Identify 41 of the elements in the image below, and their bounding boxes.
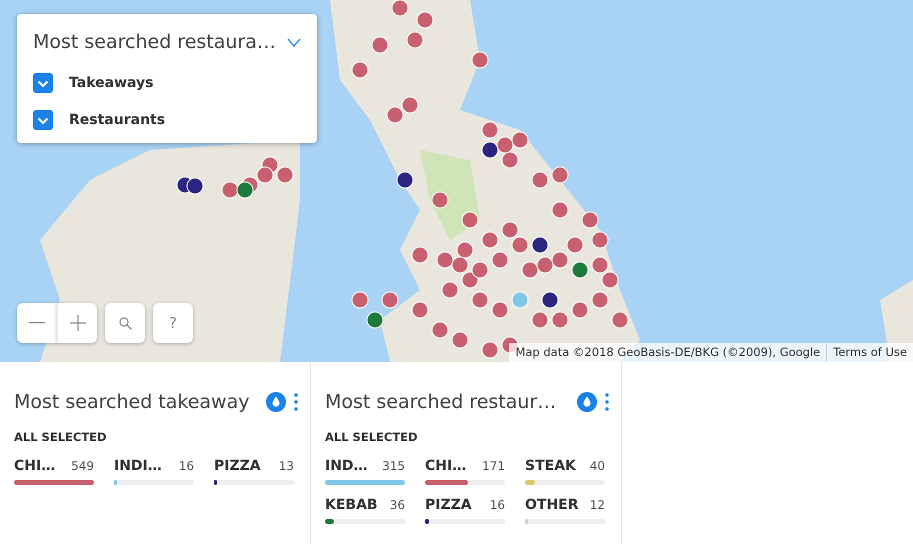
panel-title: Most searched takeaway (14, 390, 250, 415)
search-button[interactable] (105, 303, 145, 343)
category-label: STEAK (525, 456, 576, 476)
filter-title: Most searched restaura… (33, 30, 276, 55)
terms-link[interactable]: Terms of Use (826, 342, 913, 362)
category-label: INDI… (114, 456, 162, 476)
plus-icon (70, 315, 86, 331)
panel-title: Most searched restaur… (325, 390, 556, 415)
more-options-icon[interactable] (294, 393, 298, 412)
search-icon (118, 316, 132, 330)
checkbox-label: Restaurants (69, 110, 166, 130)
checkbox[interactable] (33, 110, 53, 130)
droplet-icon[interactable] (266, 392, 286, 412)
category-count: 40 (590, 458, 605, 475)
category-label: CHI… (14, 456, 56, 476)
checkbox[interactable] (33, 73, 53, 93)
category-count: 16 (490, 496, 505, 514)
minus-icon (29, 322, 45, 324)
panel-subtitle: ALL SELECTED (325, 428, 419, 446)
category-count: 16 (178, 458, 194, 475)
category-label: OTHER (525, 496, 579, 515)
category-count: 549 (71, 458, 94, 475)
checkbox-label: Takeaways (69, 74, 154, 92)
category-count: 13 (278, 458, 294, 475)
category-label: PIZZA (425, 496, 472, 515)
check-icon (37, 78, 49, 88)
more-options-icon[interactable] (605, 393, 609, 412)
chevron-down-icon[interactable] (287, 37, 301, 48)
category-label: CHI… (425, 456, 466, 476)
panel-subtitle: ALL SELECTED (14, 428, 108, 446)
map-attribution: Map data ©2018 GeoBasis-DE/BKG (©2009), Google (514, 344, 822, 361)
category-count: 36 (390, 496, 405, 514)
help-button[interactable]: ? (153, 303, 193, 343)
category-label: PIZZA (214, 456, 261, 476)
check-icon (37, 116, 49, 124)
category-label: IND… (325, 456, 368, 476)
droplet-icon[interactable] (577, 392, 597, 412)
category-label: KEBAB (325, 496, 378, 515)
category-count: 315 (382, 458, 405, 475)
category-count: 171 (482, 458, 505, 475)
category-count: 12 (590, 496, 605, 514)
